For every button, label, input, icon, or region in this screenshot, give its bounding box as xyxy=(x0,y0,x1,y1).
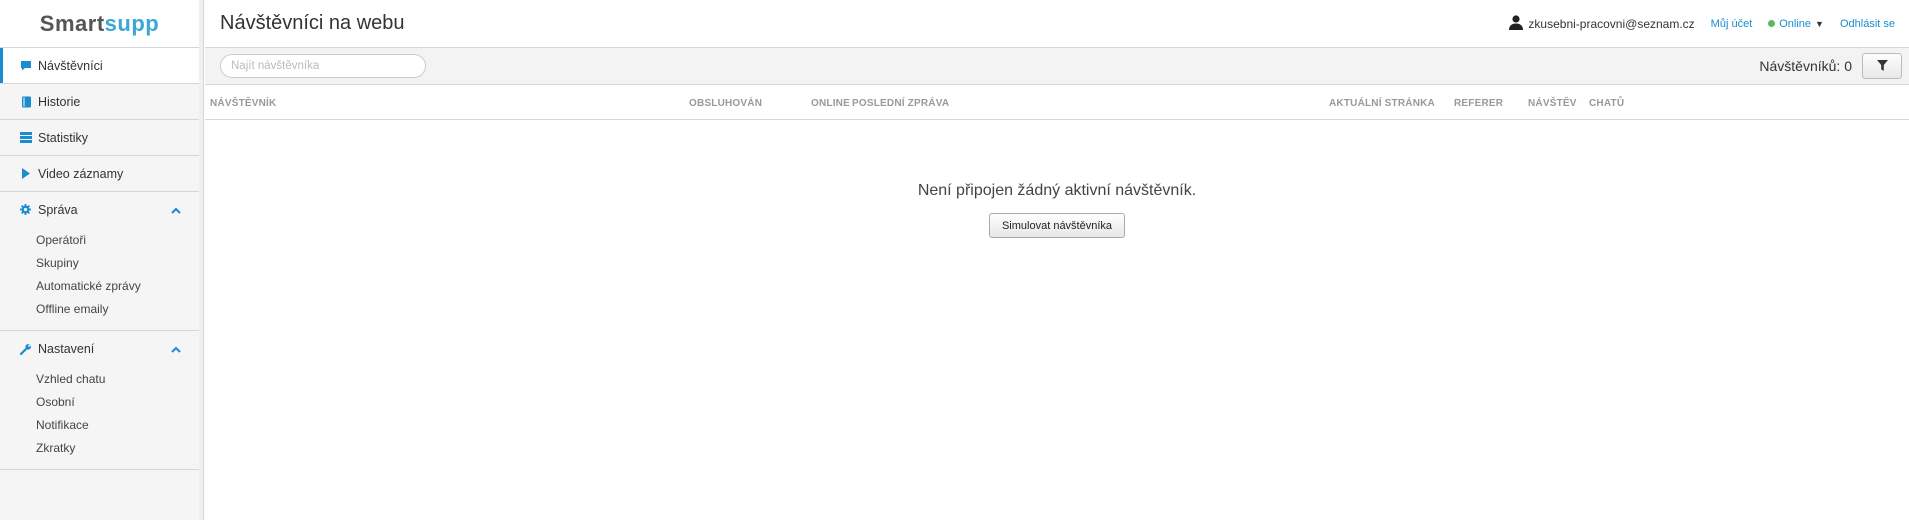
col-served-by[interactable]: OBSLUHOVÁN xyxy=(689,98,762,109)
simulate-visitor-button[interactable]: Simulovat návštěvníka xyxy=(988,213,1126,238)
gear-icon xyxy=(20,204,32,216)
sidebar-section-settings-toggle[interactable]: Nastavení xyxy=(0,331,199,367)
my-account-link[interactable]: Můj účet xyxy=(1711,18,1753,30)
sidebar-item-history[interactable]: Historie xyxy=(0,84,199,120)
chevron-up-icon xyxy=(171,203,181,217)
sidebar-subitem-groups[interactable]: Skupiny xyxy=(0,251,199,274)
col-chats[interactable]: CHATŮ xyxy=(1589,98,1624,109)
chevron-up-icon xyxy=(171,342,181,356)
online-status-dot-icon xyxy=(1768,20,1776,27)
sidebar-subitem-personal[interactable]: Osobní xyxy=(0,390,199,413)
user-icon xyxy=(1509,14,1524,33)
empty-state-message: Není připojen žádný aktivní návštěvník. xyxy=(917,182,1197,199)
sidebar-item-statistics[interactable]: Statistiky xyxy=(0,120,199,156)
sidebar: Smart supp Návštěvníci Historie Statistik… xyxy=(0,0,204,520)
sidebar-section-label: Nastavení xyxy=(38,342,95,356)
table-icon xyxy=(20,132,32,144)
visitor-toolbar: Návštěvníků: 0 xyxy=(205,48,1909,85)
filter-icon xyxy=(1876,58,1888,74)
sidebar-subitem-auto-messages[interactable]: Automatické zprávy xyxy=(0,274,199,297)
sidebar-subitem-operators[interactable]: Operátoři xyxy=(0,228,199,251)
smartsupp-logo[interactable]: Smart supp xyxy=(0,0,199,48)
wrench-icon xyxy=(20,343,32,355)
sidebar-item-video[interactable]: Video záznamy xyxy=(0,156,199,192)
col-last-message[interactable]: POSLEDNÍ ZPRÁVA xyxy=(852,98,949,109)
sidebar-section-management: Správa Operátoři Skupiny Automatické zpr… xyxy=(0,192,199,331)
visitor-count-area: Návštěvníků: 0 xyxy=(1759,53,1902,79)
sidebar-subitem-chat-appearance[interactable]: Vzhled chatu xyxy=(0,367,199,390)
search-input[interactable] xyxy=(220,54,426,78)
table-header: NÁVŠTĚVNÍK OBSLUHOVÁN ONLINE POSLEDNÍ ZP… xyxy=(205,85,1909,120)
sidebar-item-visitors[interactable]: Návštěvníci xyxy=(0,48,199,84)
topbar: Návštěvníci na webu zkusebni-pracovni@se… xyxy=(205,0,1909,48)
caret-down-icon: ▼ xyxy=(1815,18,1824,29)
page-title: Návštěvníci na webu xyxy=(220,12,405,34)
col-visitor[interactable]: NÁVŠTĚVNÍK xyxy=(210,98,276,109)
main-content: Návštěvníci na webu zkusebni-pracovni@se… xyxy=(205,0,1909,520)
empty-state: Není připojen žádný aktivní návštěvník. … xyxy=(205,120,1909,238)
chat-bubble-icon xyxy=(20,60,32,72)
logout-link[interactable]: Odhlásit se xyxy=(1840,18,1895,30)
sidebar-item-label: Historie xyxy=(38,94,81,109)
status-label: Online xyxy=(1779,17,1812,30)
sidebar-section-settings: Nastavení Vzhled chatu Osobní Notifikace… xyxy=(0,331,199,470)
col-referer[interactable]: REFERER xyxy=(1454,98,1503,109)
col-visits[interactable]: NÁVŠTĚV xyxy=(1528,98,1577,109)
user-info: zkusebni-pracovni@seznam.cz xyxy=(1509,14,1695,33)
status-dropdown[interactable]: Online ▼ xyxy=(1768,18,1824,30)
sidebar-subitem-notifications[interactable]: Notifikace xyxy=(0,413,199,436)
sidebar-item-label: Návštěvníci xyxy=(38,58,103,73)
play-icon xyxy=(20,168,32,180)
filter-button[interactable] xyxy=(1862,53,1902,79)
sidebar-section-label: Správa xyxy=(38,203,78,217)
col-current-page[interactable]: AKTUÁLNÍ STRÁNKA xyxy=(1329,98,1435,109)
user-email: zkusebni-pracovni@seznam.cz xyxy=(1528,16,1695,31)
logo-text-part1: Smart xyxy=(39,10,105,36)
sidebar-item-label: Video záznamy xyxy=(38,166,124,181)
sidebar-item-label: Statistiky xyxy=(38,130,89,145)
sidebar-subitem-offline-emails[interactable]: Offline emaily xyxy=(0,297,199,320)
visitor-count: Návštěvníků: 0 xyxy=(1759,58,1852,74)
col-online[interactable]: ONLINE xyxy=(811,98,850,109)
book-icon xyxy=(20,96,32,108)
sidebar-subitem-shortcuts[interactable]: Zkratky xyxy=(0,436,199,459)
sidebar-section-management-toggle[interactable]: Správa xyxy=(0,192,199,228)
logo-text-part2: supp xyxy=(104,10,160,36)
topbar-right: zkusebni-pracovni@seznam.cz Můj účet Onl… xyxy=(1509,14,1895,33)
